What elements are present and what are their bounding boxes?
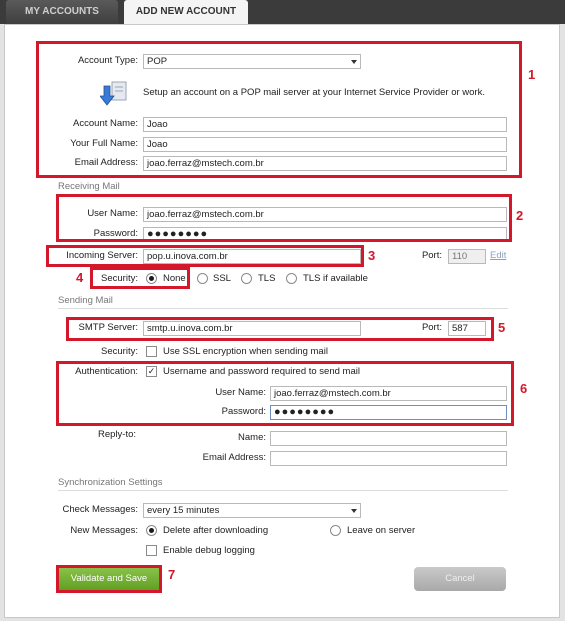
- incoming-port-label: Port:: [421, 250, 442, 261]
- annotation-number-1: 1: [528, 67, 536, 82]
- sending-divider: [58, 308, 508, 309]
- leave-on-server-radio[interactable]: [330, 525, 341, 536]
- reply-to-email-input[interactable]: [270, 451, 507, 466]
- annotation-box-6: [56, 361, 514, 426]
- annotation-number-5: 5: [498, 320, 506, 335]
- use-ssl-checkbox[interactable]: [146, 346, 157, 357]
- security-ssl-label: SSL: [213, 273, 231, 284]
- annotation-number-6: 6: [520, 381, 528, 396]
- security-tls-radio[interactable]: [241, 273, 252, 284]
- reply-to-email-label: Email Address:: [202, 452, 266, 463]
- sync-divider: [58, 490, 508, 491]
- annotation-number-2: 2: [516, 208, 524, 223]
- new-messages-label: New Messages:: [70, 525, 138, 536]
- leave-on-server-label: Leave on server: [347, 525, 416, 536]
- annotation-number-7: 7: [168, 567, 176, 582]
- delete-after-downloading-label: Delete after downloading: [163, 525, 269, 536]
- sync-settings-heading: Synchronization Settings: [58, 477, 163, 488]
- annotation-box-7: [56, 565, 162, 593]
- delete-after-downloading-radio[interactable]: [146, 525, 157, 536]
- security-tls-if-available-label: TLS if available: [303, 273, 368, 284]
- cancel-button[interactable]: Cancel: [414, 567, 506, 591]
- annotation-box-4: [90, 267, 190, 289]
- tab-my-accounts[interactable]: MY ACCOUNTS: [6, 0, 118, 24]
- sending-security-label: Security:: [101, 346, 138, 357]
- debug-logging-checkbox[interactable]: [146, 545, 157, 556]
- annotation-box-3: [46, 245, 364, 267]
- check-messages-label: Check Messages:: [62, 504, 138, 515]
- annotation-box-1: [36, 41, 522, 178]
- check-messages-select[interactable]: every 15 minutes: [143, 503, 361, 518]
- annotation-box-5: [66, 317, 494, 341]
- chevron-down-icon: [351, 509, 357, 513]
- security-tls-if-available-radio[interactable]: [286, 273, 297, 284]
- security-ssl-radio[interactable]: [197, 273, 208, 284]
- reply-to-name-input[interactable]: [270, 431, 507, 446]
- annotation-box-2: [56, 194, 512, 242]
- check-messages-value: every 15 minutes: [147, 505, 220, 516]
- receiving-mail-heading: Receiving Mail: [58, 181, 120, 192]
- sending-mail-heading: Sending Mail: [58, 295, 113, 306]
- tab-add-new-account[interactable]: ADD NEW ACCOUNT: [124, 0, 248, 24]
- tab-bar: MY ACCOUNTS ADD NEW ACCOUNT: [0, 0, 565, 24]
- reply-to-name-label: Name:: [238, 432, 266, 443]
- annotation-number-4: 4: [76, 270, 84, 285]
- incoming-port-input[interactable]: 110: [448, 249, 486, 264]
- debug-logging-label: Enable debug logging: [163, 545, 255, 556]
- reply-to-label: Reply-to:: [98, 429, 137, 440]
- annotation-number-3: 3: [368, 248, 376, 263]
- edit-port-link[interactable]: Edit: [490, 250, 506, 261]
- use-ssl-label: Use SSL encryption when sending mail: [163, 346, 328, 357]
- security-tls-label: TLS: [258, 273, 276, 284]
